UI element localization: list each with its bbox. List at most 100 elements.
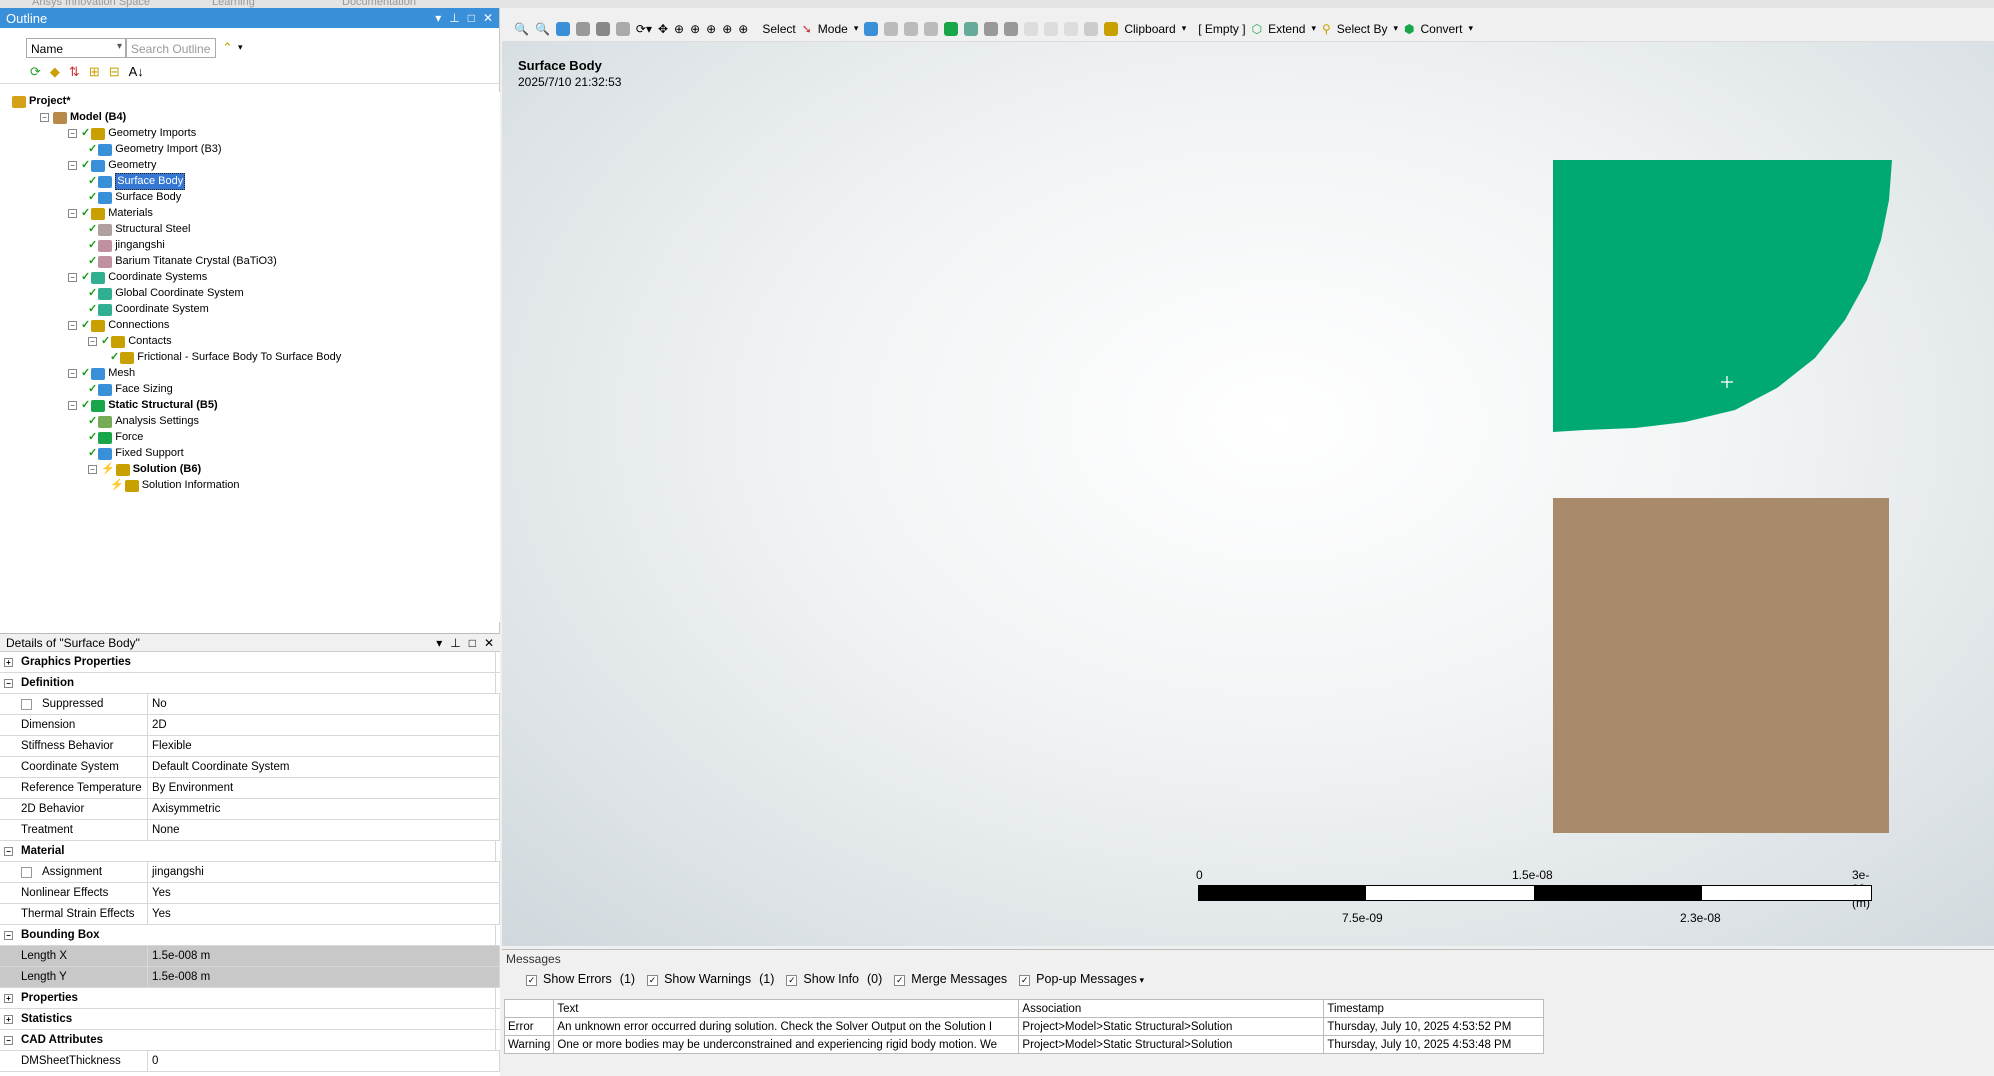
select-by-button[interactable]: Select By <box>1337 22 1388 36</box>
tree-node[interactable]: − ✓ Geometry <box>68 158 157 173</box>
clipboard-button[interactable]: Clipboard <box>1124 22 1175 36</box>
top-tab[interactable]: Learning <box>212 0 255 8</box>
option-checkbox[interactable]: ✓ <box>894 975 906 986</box>
tree-node[interactable]: ⚡ Solution Information <box>110 478 240 493</box>
tree-node[interactable]: ✓ Surface Body <box>88 190 181 205</box>
close-icon[interactable]: ✕ <box>484 636 494 650</box>
details-row[interactable]: Thermal Strain Effects Yes <box>0 904 500 925</box>
details-row[interactable]: Length Y 1.5e-008 m <box>0 967 500 988</box>
select-vertex-icon[interactable] <box>864 21 879 36</box>
select-icon[interactable] <box>1064 21 1079 36</box>
select-label[interactable]: Select <box>762 22 795 36</box>
tree-node[interactable]: Project* <box>12 94 71 109</box>
search-up-icon[interactable]: ⌃ <box>222 40 233 56</box>
property-value[interactable]: 2D <box>148 715 500 735</box>
collapse-toggle-icon[interactable]: − <box>68 321 77 330</box>
zoom-out-icon[interactable]: 🔍 <box>535 22 550 36</box>
property-value[interactable]: 0 <box>148 1051 500 1071</box>
details-row[interactable]: Coordinate System Default Coordinate Syst… <box>0 757 500 778</box>
pin-icon[interactable]: ⊥ <box>449 11 459 25</box>
collapse-toggle-icon[interactable]: − <box>68 209 77 218</box>
zoom-in-icon[interactable]: 🔍 <box>514 22 529 36</box>
column-header[interactable]: Association <box>1018 999 1325 1018</box>
tree-node[interactable]: − ✓ Coordinate Systems <box>68 270 207 285</box>
message-row[interactable]: Warning One or more bodies may be underc… <box>503 1035 1545 1054</box>
category-toggle-icon[interactable]: − <box>4 678 13 688</box>
details-category[interactable]: − CAD Attributes <box>0 1030 500 1051</box>
category-toggle-icon[interactable]: − <box>4 1035 13 1045</box>
chevron-down-icon[interactable]: ▾ <box>1137 975 1144 985</box>
refresh-icon[interactable]: ⟳ <box>30 64 41 80</box>
sort-icon[interactable]: ⇅ <box>69 64 80 80</box>
collapse-icon[interactable]: ⊟ <box>109 64 120 80</box>
category-toggle-icon[interactable]: + <box>4 1014 13 1024</box>
alpha-sort-icon[interactable]: A↓ <box>129 64 144 80</box>
rotate-icon[interactable]: ⟳▾ <box>636 22 652 36</box>
collapse-toggle-icon[interactable]: − <box>40 113 49 122</box>
category-toggle-icon[interactable]: − <box>4 930 13 940</box>
property-value[interactable]: None <box>148 820 500 840</box>
details-category[interactable]: + Statistics <box>0 1009 500 1030</box>
top-tab[interactable]: Ansys Innovation Space <box>32 0 150 8</box>
category-toggle-icon[interactable]: + <box>4 993 13 1003</box>
select-edge-icon[interactable] <box>884 21 899 36</box>
collapse-toggle-icon[interactable]: − <box>68 161 77 170</box>
zoom-to-fit-icon[interactable]: ⊕ <box>722 22 732 36</box>
property-value[interactable]: 1.5e-008 m <box>148 967 500 987</box>
tree-node[interactable]: − ✓ Connections <box>68 318 169 333</box>
property-value[interactable]: Yes <box>148 883 500 903</box>
message-option[interactable]: ✓ Show Warnings (1) <box>647 972 774 986</box>
green-surface-body[interactable] <box>1545 160 1895 500</box>
details-category[interactable]: + Graphics Properties <box>0 652 500 673</box>
select-mesh-icon[interactable] <box>984 21 999 36</box>
property-value[interactable]: By Environment <box>148 778 500 798</box>
tree-node[interactable]: − ✓ Static Structural (B5) <box>68 398 218 413</box>
details-row[interactable]: Suppressed No <box>0 694 500 715</box>
details-row[interactable]: Length X 1.5e-008 m <box>0 946 500 967</box>
tree-node[interactable]: ✓ Surface Body <box>88 173 186 190</box>
zoom-previous-icon[interactable]: ⊕ <box>738 22 748 36</box>
tree-node[interactable]: ✓ Geometry Import (B3) <box>88 142 222 157</box>
option-checkbox[interactable]: ✓ <box>526 975 537 986</box>
close-icon[interactable]: ✕ <box>483 11 493 25</box>
tree-node[interactable]: ✓ Structural Steel <box>88 222 190 237</box>
message-option[interactable]: ✓ Merge Messages <box>894 972 1007 986</box>
view-icon[interactable] <box>595 21 610 36</box>
zoom-box-icon[interactable]: ⊕ <box>690 22 700 36</box>
property-value[interactable]: Default Coordinate System <box>148 757 500 777</box>
column-header[interactable]: Text <box>553 999 1020 1018</box>
collapse-toggle-icon[interactable]: − <box>68 129 77 138</box>
parameter-checkbox[interactable] <box>21 866 32 878</box>
top-tab[interactable]: Documentation <box>342 0 416 8</box>
select-icon[interactable] <box>1024 21 1039 36</box>
filter-select[interactable]: Name <box>26 38 126 58</box>
dropdown-icon[interactable]: ▾ <box>435 11 441 25</box>
mode-button[interactable]: Mode <box>818 22 848 36</box>
details-category[interactable]: − Bounding Box <box>0 925 500 946</box>
zoom-fit-icon[interactable]: ⊕ <box>706 22 716 36</box>
tree-node[interactable]: ✓ jingangshi <box>88 238 165 253</box>
message-option[interactable]: ✓ Show Info (0) <box>786 972 882 986</box>
property-value[interactable]: Axisymmetric <box>148 799 500 819</box>
pan-icon[interactable]: ✥ <box>658 22 668 36</box>
tree-node[interactable]: − Model (B4) <box>40 110 126 125</box>
pin-icon[interactable]: ⊥ <box>450 636 460 650</box>
details-category[interactable]: + Properties <box>0 988 500 1009</box>
message-option[interactable]: ✓ Pop-up Messages ▾ <box>1019 972 1144 986</box>
collapse-toggle-icon[interactable]: − <box>88 465 97 474</box>
property-value[interactable]: jingangshi <box>148 862 500 882</box>
details-row[interactable]: 2D Behavior Axisymmetric <box>0 799 500 820</box>
tree-node[interactable]: ✓ Fixed Support <box>88 446 184 461</box>
select-icon[interactable] <box>1044 21 1059 36</box>
chart-icon[interactable] <box>1084 21 1099 36</box>
select-body-icon[interactable] <box>924 21 939 36</box>
tree-node[interactable]: − ✓ Geometry Imports <box>68 126 196 141</box>
collapse-toggle-icon[interactable]: − <box>68 273 77 282</box>
search-options-icon[interactable]: ▾ <box>238 42 243 53</box>
tree-node[interactable]: ✓ Global Coordinate System <box>88 286 244 301</box>
details-category[interactable]: − Definition <box>0 673 500 694</box>
brown-surface-body[interactable] <box>1553 498 1889 833</box>
select-element-icon[interactable] <box>944 21 959 36</box>
select-mesh-icon[interactable] <box>1004 21 1019 36</box>
tag-icon[interactable]: ◆ <box>50 64 60 80</box>
